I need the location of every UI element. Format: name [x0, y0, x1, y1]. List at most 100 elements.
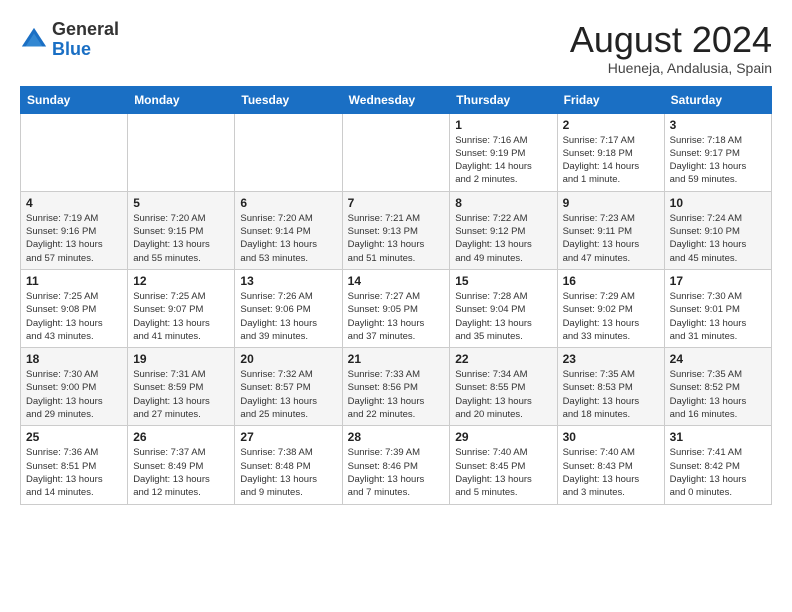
day-number: 23	[563, 352, 659, 366]
week-row-2: 4 Sunrise: 7:19 AM Sunset: 9:16 PM Daylig…	[21, 191, 772, 269]
logo: General Blue	[20, 20, 119, 60]
day-info: Sunrise: 7:30 AM Sunset: 9:00 PM Dayligh…	[26, 368, 122, 421]
calendar-cell: 5 Sunrise: 7:20 AM Sunset: 9:15 PM Daylig…	[128, 191, 235, 269]
day-number: 17	[670, 274, 766, 288]
day-info: Sunrise: 7:17 AM Sunset: 9:18 PM Dayligh…	[563, 134, 659, 187]
calendar-cell: 22 Sunrise: 7:34 AM Sunset: 8:55 PM Dayli…	[450, 348, 557, 426]
calendar-cell: 26 Sunrise: 7:37 AM Sunset: 8:49 PM Dayli…	[128, 426, 235, 504]
day-info: Sunrise: 7:33 AM Sunset: 8:56 PM Dayligh…	[348, 368, 445, 421]
day-number: 22	[455, 352, 551, 366]
calendar-cell: 31 Sunrise: 7:41 AM Sunset: 8:42 PM Dayli…	[664, 426, 771, 504]
week-row-4: 18 Sunrise: 7:30 AM Sunset: 9:00 PM Dayli…	[21, 348, 772, 426]
month-year-title: August 2024	[570, 20, 772, 60]
calendar-cell	[128, 113, 235, 191]
calendar-cell: 15Sunrise: 7:28 AM Sunset: 9:04 PM Dayli…	[450, 269, 557, 347]
week-row-1: 1Sunrise: 7:16 AM Sunset: 9:19 PM Daylig…	[21, 113, 772, 191]
calendar-cell: 11 Sunrise: 7:25 AM Sunset: 9:08 PM Dayli…	[21, 269, 128, 347]
calendar-body: 1Sunrise: 7:16 AM Sunset: 9:19 PM Daylig…	[21, 113, 772, 504]
logo-general-text: General	[52, 19, 119, 39]
day-info: Sunrise: 7:35 AM Sunset: 8:52 PM Dayligh…	[670, 368, 766, 421]
day-info: Sunrise: 7:29 AM Sunset: 9:02 PM Dayligh…	[563, 290, 659, 343]
calendar-cell: 23 Sunrise: 7:35 AM Sunset: 8:53 PM Dayli…	[557, 348, 664, 426]
day-number: 25	[26, 430, 122, 444]
calendar-cell: 24 Sunrise: 7:35 AM Sunset: 8:52 PM Dayli…	[664, 348, 771, 426]
calendar-cell: 8 Sunrise: 7:22 AM Sunset: 9:12 PM Daylig…	[450, 191, 557, 269]
day-number: 24	[670, 352, 766, 366]
calendar-cell: 19 Sunrise: 7:31 AM Sunset: 8:59 PM Dayli…	[128, 348, 235, 426]
calendar-cell: 10 Sunrise: 7:24 AM Sunset: 9:10 PM Dayli…	[664, 191, 771, 269]
day-number: 19	[133, 352, 229, 366]
calendar-cell: 30 Sunrise: 7:40 AM Sunset: 8:43 PM Dayli…	[557, 426, 664, 504]
day-info: Sunrise: 7:31 AM Sunset: 8:59 PM Dayligh…	[133, 368, 229, 421]
day-number: 21	[348, 352, 445, 366]
page-header: General Blue August 2024 Hueneja, Andalu…	[20, 20, 772, 76]
day-info: Sunrise: 7:28 AM Sunset: 9:04 PM Dayligh…	[455, 290, 551, 343]
day-info: Sunrise: 7:41 AM Sunset: 8:42 PM Dayligh…	[670, 446, 766, 499]
day-number: 29	[455, 430, 551, 444]
day-number: 20	[240, 352, 336, 366]
day-info: Sunrise: 7:27 AM Sunset: 9:05 PM Dayligh…	[348, 290, 445, 343]
day-info: Sunrise: 7:26 AM Sunset: 9:06 PM Dayligh…	[240, 290, 336, 343]
calendar-cell: 25 Sunrise: 7:36 AM Sunset: 8:51 PM Dayli…	[21, 426, 128, 504]
header-monday: Monday	[128, 86, 235, 113]
day-info: Sunrise: 7:38 AM Sunset: 8:48 PM Dayligh…	[240, 446, 336, 499]
week-row-5: 25 Sunrise: 7:36 AM Sunset: 8:51 PM Dayli…	[21, 426, 772, 504]
logo-blue-text: Blue	[52, 39, 91, 59]
day-info: Sunrise: 7:32 AM Sunset: 8:57 PM Dayligh…	[240, 368, 336, 421]
day-info: Sunrise: 7:20 AM Sunset: 9:14 PM Dayligh…	[240, 212, 336, 265]
day-info: Sunrise: 7:20 AM Sunset: 9:15 PM Dayligh…	[133, 212, 229, 265]
calendar-table: SundayMondayTuesdayWednesdayThursdayFrid…	[20, 86, 772, 505]
day-number: 28	[348, 430, 445, 444]
day-info: Sunrise: 7:39 AM Sunset: 8:46 PM Dayligh…	[348, 446, 445, 499]
day-number: 3	[670, 118, 766, 132]
header-thursday: Thursday	[450, 86, 557, 113]
day-info: Sunrise: 7:18 AM Sunset: 9:17 PM Dayligh…	[670, 134, 766, 187]
calendar-cell: 12 Sunrise: 7:25 AM Sunset: 9:07 PM Dayli…	[128, 269, 235, 347]
calendar-cell: 28 Sunrise: 7:39 AM Sunset: 8:46 PM Dayli…	[342, 426, 450, 504]
day-info: Sunrise: 7:25 AM Sunset: 9:07 PM Dayligh…	[133, 290, 229, 343]
calendar-cell: 16 Sunrise: 7:29 AM Sunset: 9:02 PM Dayli…	[557, 269, 664, 347]
day-info: Sunrise: 7:35 AM Sunset: 8:53 PM Dayligh…	[563, 368, 659, 421]
header-sunday: Sunday	[21, 86, 128, 113]
calendar-cell: 6 Sunrise: 7:20 AM Sunset: 9:14 PM Daylig…	[235, 191, 342, 269]
title-block: August 2024 Hueneja, Andalusia, Spain	[570, 20, 772, 76]
calendar-cell: 1Sunrise: 7:16 AM Sunset: 9:19 PM Daylig…	[450, 113, 557, 191]
day-info: Sunrise: 7:34 AM Sunset: 8:55 PM Dayligh…	[455, 368, 551, 421]
day-number: 4	[26, 196, 122, 210]
calendar-cell: 9 Sunrise: 7:23 AM Sunset: 9:11 PM Daylig…	[557, 191, 664, 269]
calendar-cell	[21, 113, 128, 191]
day-info: Sunrise: 7:19 AM Sunset: 9:16 PM Dayligh…	[26, 212, 122, 265]
calendar-cell: 29 Sunrise: 7:40 AM Sunset: 8:45 PM Dayli…	[450, 426, 557, 504]
day-info: Sunrise: 7:40 AM Sunset: 8:45 PM Dayligh…	[455, 446, 551, 499]
day-info: Sunrise: 7:23 AM Sunset: 9:11 PM Dayligh…	[563, 212, 659, 265]
day-number: 18	[26, 352, 122, 366]
header-friday: Friday	[557, 86, 664, 113]
header-wednesday: Wednesday	[342, 86, 450, 113]
day-info: Sunrise: 7:37 AM Sunset: 8:49 PM Dayligh…	[133, 446, 229, 499]
day-info: Sunrise: 7:25 AM Sunset: 9:08 PM Dayligh…	[26, 290, 122, 343]
calendar-cell: 3 Sunrise: 7:18 AM Sunset: 9:17 PM Daylig…	[664, 113, 771, 191]
day-number: 30	[563, 430, 659, 444]
day-number: 13	[240, 274, 336, 288]
calendar-cell: 21 Sunrise: 7:33 AM Sunset: 8:56 PM Dayli…	[342, 348, 450, 426]
calendar-cell: 27Sunrise: 7:38 AM Sunset: 8:48 PM Dayli…	[235, 426, 342, 504]
day-number: 8	[455, 196, 551, 210]
day-number: 9	[563, 196, 659, 210]
day-number: 2	[563, 118, 659, 132]
day-number: 5	[133, 196, 229, 210]
header-tuesday: Tuesday	[235, 86, 342, 113]
day-info: Sunrise: 7:36 AM Sunset: 8:51 PM Dayligh…	[26, 446, 122, 499]
day-number: 26	[133, 430, 229, 444]
calendar-cell	[235, 113, 342, 191]
day-info: Sunrise: 7:21 AM Sunset: 9:13 PM Dayligh…	[348, 212, 445, 265]
day-info: Sunrise: 7:24 AM Sunset: 9:10 PM Dayligh…	[670, 212, 766, 265]
day-info: Sunrise: 7:22 AM Sunset: 9:12 PM Dayligh…	[455, 212, 551, 265]
day-number: 6	[240, 196, 336, 210]
day-number: 31	[670, 430, 766, 444]
day-number: 11	[26, 274, 122, 288]
day-number: 16	[563, 274, 659, 288]
day-number: 12	[133, 274, 229, 288]
day-info: Sunrise: 7:40 AM Sunset: 8:43 PM Dayligh…	[563, 446, 659, 499]
day-number: 10	[670, 196, 766, 210]
day-number: 1	[455, 118, 551, 132]
